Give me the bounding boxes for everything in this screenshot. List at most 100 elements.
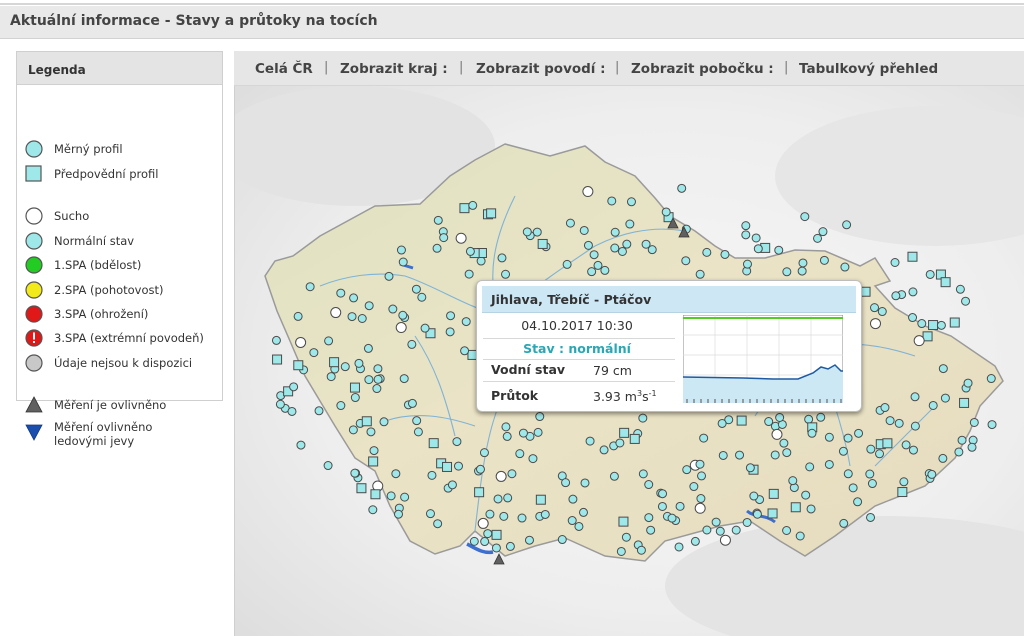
station-marker[interactable] [407, 398, 417, 408]
station-marker[interactable] [535, 412, 545, 422]
station-marker[interactable] [373, 364, 383, 374]
station-marker[interactable] [289, 382, 299, 392]
station-marker[interactable] [417, 292, 427, 302]
station-marker[interactable] [848, 483, 858, 493]
forecast-station-marker[interactable] [368, 456, 379, 467]
station-marker[interactable] [287, 406, 297, 416]
station-marker[interactable] [587, 267, 597, 277]
drought-station-marker[interactable] [582, 186, 594, 198]
station-marker[interactable] [901, 440, 911, 450]
station-marker[interactable] [702, 525, 712, 535]
station-marker[interactable] [502, 431, 512, 441]
station-marker[interactable] [394, 509, 404, 519]
station-marker[interactable] [866, 444, 876, 454]
forecast-station-marker[interactable] [329, 357, 340, 368]
station-marker[interactable] [695, 269, 705, 279]
station-marker[interactable] [348, 425, 358, 435]
station-marker[interactable] [880, 403, 890, 413]
station-marker[interactable] [696, 494, 706, 504]
station-marker[interactable] [532, 227, 542, 237]
station-marker[interactable] [910, 392, 920, 402]
forecast-station-marker[interactable] [949, 317, 960, 328]
station-marker[interactable] [413, 427, 423, 437]
station-marker[interactable] [622, 239, 632, 249]
forecast-station-marker[interactable] [370, 489, 381, 500]
station-marker[interactable] [364, 375, 374, 385]
station-marker[interactable] [816, 412, 826, 422]
station-marker[interactable] [350, 393, 360, 403]
forecast-station-marker[interactable] [361, 416, 372, 427]
station-marker[interactable] [702, 247, 712, 257]
station-marker[interactable] [798, 258, 808, 268]
drought-station-marker[interactable] [477, 517, 489, 529]
station-marker[interactable] [661, 207, 671, 217]
station-marker[interactable] [469, 536, 479, 546]
station-marker[interactable] [452, 437, 462, 447]
station-marker[interactable] [505, 541, 515, 551]
station-marker[interactable] [296, 440, 306, 450]
station-marker[interactable] [657, 501, 667, 511]
forecast-station-marker[interactable] [882, 438, 893, 449]
station-marker[interactable] [399, 374, 409, 384]
station-marker[interactable] [967, 442, 977, 452]
station-marker[interactable] [745, 463, 755, 473]
station-marker[interactable] [843, 469, 853, 479]
station-marker[interactable] [427, 470, 437, 480]
station-marker[interactable] [585, 436, 595, 446]
station-marker[interactable] [801, 490, 811, 500]
station-marker[interactable] [806, 504, 816, 514]
station-marker[interactable] [839, 518, 849, 528]
station-popup[interactable]: Jihlava, Třebíč - Ptáčov 04.10.2017 10:3… [476, 280, 862, 412]
station-marker[interactable] [357, 314, 367, 324]
station-marker[interactable] [589, 250, 599, 260]
station-marker[interactable] [638, 469, 648, 479]
station-marker[interactable] [579, 225, 589, 235]
station-marker[interactable] [838, 446, 848, 456]
station-marker[interactable] [507, 469, 517, 479]
station-marker[interactable] [275, 399, 285, 409]
station-marker[interactable] [323, 461, 333, 471]
station-marker[interactable] [854, 428, 864, 438]
station-marker[interactable] [340, 362, 350, 372]
station-marker[interactable] [819, 255, 829, 265]
station-marker[interactable] [824, 459, 834, 469]
station-marker[interactable] [565, 218, 575, 228]
station-marker[interactable] [658, 489, 668, 499]
station-marker[interactable] [940, 393, 950, 403]
station-marker[interactable] [610, 243, 620, 253]
station-marker[interactable] [475, 464, 485, 474]
station-marker[interactable] [711, 517, 721, 527]
station-marker[interactable] [742, 517, 752, 527]
station-marker[interactable] [867, 479, 877, 489]
station-marker[interactable] [384, 271, 394, 281]
station-marker[interactable] [638, 413, 648, 423]
station-marker[interactable] [908, 313, 918, 323]
station-marker[interactable] [908, 287, 918, 297]
station-marker[interactable] [446, 311, 456, 321]
station-marker[interactable] [749, 491, 759, 501]
station-marker[interactable] [540, 509, 550, 519]
drought-station-marker[interactable] [694, 502, 706, 514]
station-marker[interactable] [568, 494, 578, 504]
forecast-station-marker[interactable] [491, 529, 502, 540]
station-marker[interactable] [870, 303, 880, 313]
station-marker[interactable] [689, 482, 699, 492]
nav-show-basin[interactable]: Zobrazit povodí : [476, 61, 606, 77]
station-marker[interactable] [875, 449, 885, 459]
drought-station-marker[interactable] [869, 318, 881, 330]
forecast-station-marker[interactable] [619, 427, 630, 438]
station-marker[interactable] [354, 358, 364, 368]
forecast-station-marker[interactable] [959, 397, 970, 408]
station-marker[interactable] [501, 269, 511, 279]
station-marker[interactable] [690, 536, 700, 546]
station-marker[interactable] [515, 449, 525, 459]
station-marker[interactable] [782, 448, 792, 458]
forecast-station-marker[interactable] [629, 433, 640, 444]
station-marker[interactable] [753, 244, 763, 254]
station-marker[interactable] [583, 240, 593, 250]
station-marker[interactable] [891, 291, 901, 301]
forecast-station-marker[interactable] [736, 415, 747, 426]
station-marker[interactable] [741, 230, 751, 240]
station-marker[interactable] [476, 256, 486, 266]
station-marker[interactable] [894, 418, 904, 428]
